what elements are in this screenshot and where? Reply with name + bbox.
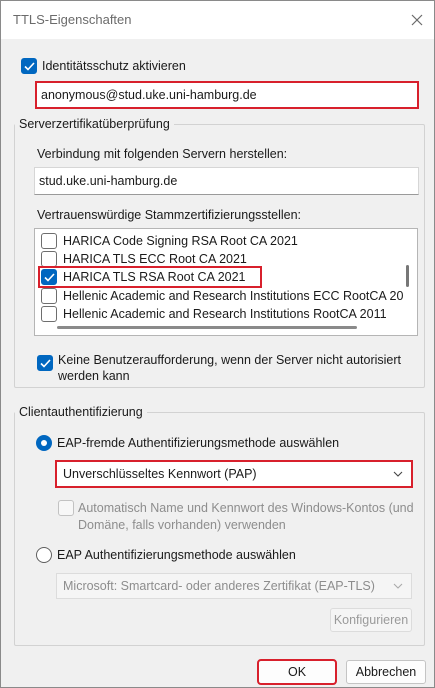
- eap-label: EAP Authentifizierungsmethode auswählen: [57, 548, 296, 562]
- ca-checkbox[interactable]: [41, 269, 57, 285]
- identity-protection-label: Identitätsschutz aktivieren: [42, 59, 186, 73]
- auto-login-checkbox[interactable]: [58, 500, 74, 516]
- configure-button[interactable]: Konfigurieren: [330, 608, 412, 632]
- ok-button[interactable]: OK: [257, 659, 337, 685]
- server-validation-title: Serverzertifikatüberprüfung: [15, 117, 174, 131]
- ca-label: Hellenic Academic and Research Instituti…: [63, 289, 404, 303]
- checkmark-icon: [40, 359, 51, 368]
- list-item[interactable]: HARICA TLS ECC Root CA 2021: [39, 249, 399, 269]
- ca-label: Hellenic Academic and Research Instituti…: [63, 307, 387, 321]
- non-eap-method-select[interactable]: Unverschlüsseltes Kennwort (PAP): [55, 460, 413, 488]
- auto-login-label-line1: Automatisch Name und Kennwort des Window…: [78, 501, 414, 515]
- eap-radio[interactable]: [36, 547, 52, 563]
- server-names-input[interactable]: stud.uke.uni-hamburg.de: [34, 167, 419, 195]
- identity-input[interactable]: anonymous@stud.uke.uni-hamburg.de: [35, 81, 419, 109]
- chevron-down-icon: [393, 583, 403, 589]
- eap-method-select[interactable]: Microsoft: Smartcard- oder anderes Zerti…: [56, 573, 412, 599]
- no-prompt-checkbox[interactable]: [37, 355, 53, 371]
- list-item[interactable]: Hellenic Academic and Research Instituti…: [39, 304, 399, 324]
- checkmark-icon: [24, 62, 35, 71]
- ca-label: HARICA TLS ECC Root CA 2021: [63, 252, 247, 266]
- trusted-ca-list[interactable]: HARICA Code Signing RSA Root CA 2021 HAR…: [34, 228, 418, 336]
- trusted-ca-label: Vertrauenswürdige Stammzertifizierungsst…: [37, 208, 302, 222]
- identity-protection-checkbox[interactable]: [21, 58, 37, 74]
- window-title: TTLS-Eigenschaften: [13, 12, 132, 27]
- list-item[interactable]: HARICA TLS RSA Root CA 2021: [38, 266, 262, 288]
- close-icon: [411, 14, 423, 26]
- non-eap-label: EAP-fremde Authentifizierungsmethode aus…: [57, 436, 340, 450]
- ca-label: HARICA Code Signing RSA Root CA 2021: [63, 234, 298, 248]
- vertical-scrollbar[interactable]: [406, 265, 409, 287]
- no-prompt-label-line1: Keine Benutzeraufforderung, wenn der Ser…: [58, 353, 402, 367]
- checkmark-icon: [44, 273, 55, 282]
- list-item[interactable]: HARICA Code Signing RSA Root CA 2021: [39, 231, 399, 251]
- auto-login-label-line2: Domäne, falls vorhanden) verwenden: [78, 518, 286, 532]
- horizontal-scrollbar[interactable]: [57, 326, 357, 329]
- close-button[interactable]: [406, 9, 428, 31]
- ca-checkbox[interactable]: [41, 288, 57, 304]
- ca-checkbox[interactable]: [41, 306, 57, 322]
- connect-servers-label: Verbindung mit folgenden Servern herstel…: [37, 147, 288, 161]
- no-prompt-label-line2: werden kann: [58, 369, 130, 383]
- ttls-properties-dialog: TTLS-Eigenschaften Identitätsschutz akti…: [0, 0, 435, 688]
- cancel-button[interactable]: Abbrechen: [346, 660, 426, 684]
- ca-label: HARICA TLS RSA Root CA 2021: [63, 270, 246, 284]
- non-eap-method-value: Unverschlüsseltes Kennwort (PAP): [63, 467, 257, 481]
- ca-checkbox[interactable]: [41, 233, 57, 249]
- title-bar: TTLS-Eigenschaften: [1, 1, 434, 39]
- client-auth-title: Clientauthentifizierung: [15, 405, 147, 419]
- list-item[interactable]: Hellenic Academic and Research Instituti…: [39, 286, 403, 306]
- eap-method-value: Microsoft: Smartcard- oder anderes Zerti…: [63, 579, 375, 593]
- ca-checkbox[interactable]: [41, 251, 57, 267]
- non-eap-radio[interactable]: [36, 435, 52, 451]
- chevron-down-icon: [393, 471, 403, 477]
